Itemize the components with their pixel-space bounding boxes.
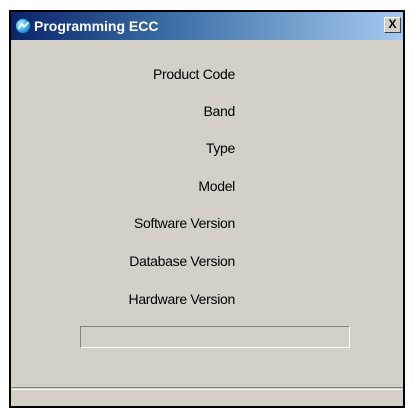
hardware-version-label: Hardware Version xyxy=(128,291,236,307)
database-version-label: Database Version xyxy=(129,253,235,269)
status-bar xyxy=(11,387,403,406)
close-button[interactable]: X xyxy=(384,17,401,33)
close-icon: X xyxy=(388,17,397,31)
model-label: Model xyxy=(198,178,235,194)
app-icon xyxy=(15,18,31,34)
window-title: Programming ECC xyxy=(34,18,159,34)
programming-ecc-dialog: Programming ECC X Product Code Band Type… xyxy=(9,10,405,408)
band-label: Band xyxy=(203,103,236,119)
title-bar[interactable]: Programming ECC X xyxy=(11,12,403,40)
software-version-label: Software Version xyxy=(133,215,235,231)
product-code-label: Product Code xyxy=(152,66,235,82)
progress-bar xyxy=(80,326,350,348)
type-label: Type xyxy=(205,140,235,156)
